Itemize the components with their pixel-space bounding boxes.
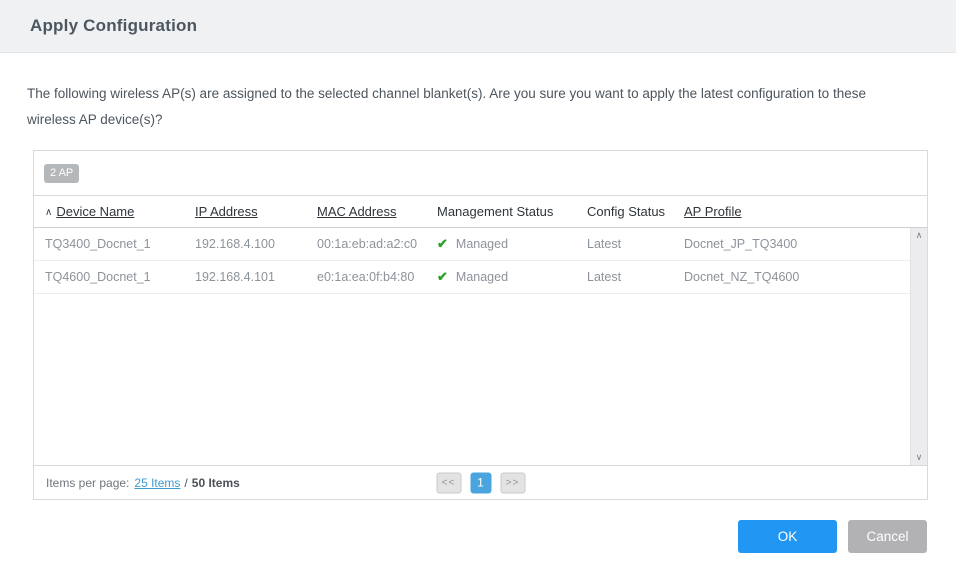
table-row[interactable]: TQ4600_Docnet_1 192.168.4.101 e0:1a:ea:0… [34,261,910,294]
management-status-text: Managed [455,270,509,284]
page-size-link[interactable]: 25 Items [134,476,180,490]
table-footer: Items per page: 25 Items / 50 Items << 1… [34,465,927,499]
page-title: Apply Configuration [30,16,198,35]
confirmation-message: The following wireless AP(s) are assigne… [27,86,866,127]
column-header-mac-address[interactable]: MAC Address [317,204,437,219]
cell-ip-address: 192.168.4.101 [195,270,275,284]
table-row[interactable]: TQ3400_Docnet_1 192.168.4.100 00:1a:eb:a… [34,228,910,261]
pagination-current-page[interactable]: 1 [470,472,491,493]
column-header-ap-profile[interactable]: AP Profile [684,204,927,219]
column-header-device-name[interactable]: ∧ Device Name [45,204,195,219]
scroll-down-icon[interactable]: ∨ [916,453,923,462]
dialog-header: Apply Configuration [0,0,956,53]
table-toolbar: 2 AP [34,151,927,196]
cell-mac-address: 00:1a:eb:ad:a2:c0 [317,237,418,251]
ok-button[interactable]: OK [738,520,837,553]
cell-ip-address: 192.168.4.100 [195,237,275,251]
cell-device-name: TQ4600_Docnet_1 [45,270,151,284]
cell-config-status: Latest [587,237,622,251]
cell-ap-profile: Docnet_NZ_TQ4600 [684,270,800,284]
apply-configuration-dialog: Apply Configuration The following wirele… [0,0,956,553]
dialog-actions: OK Cancel [0,520,927,553]
cell-management-status: ✔ Managed [437,236,587,252]
column-header-config-status: Config Status [587,204,666,219]
cell-management-status: ✔ Managed [437,269,587,285]
pagination-first-button[interactable]: << [436,472,461,493]
table-body: TQ3400_Docnet_1 192.168.4.100 00:1a:eb:a… [34,228,927,465]
column-header-ip-address[interactable]: IP Address [195,204,317,219]
footer-separator: / [184,475,188,490]
table-header-row: ∧ Device Name IP Address MAC Address Mana… [34,196,927,228]
vertical-scrollbar[interactable]: ∧ ∨ [910,228,927,465]
managed-check-icon: ✔ [437,269,448,284]
cell-config-status: Latest [587,270,622,284]
pagination-last-button[interactable]: >> [500,472,525,493]
scroll-up-icon[interactable]: ∧ [916,231,923,240]
column-header-management-status: Management Status [437,204,554,219]
cell-device-name: TQ3400_Docnet_1 [45,237,151,251]
total-items-label: 50 Items [191,475,240,490]
managed-check-icon: ✔ [437,236,448,251]
pagination: << 1 >> [436,472,525,493]
ap-table-panel: 2 AP ∧ Device Name IP Address MAC Address… [33,150,928,500]
items-per-page-label: Items per page: [46,475,130,490]
ap-count-badge: 2 AP [44,163,80,183]
sort-ascending-icon: ∧ [45,207,53,218]
cell-mac-address: e0:1a:ea:0f:b4:80 [317,270,415,284]
cancel-button[interactable]: Cancel [848,520,927,553]
cell-ap-profile: Docnet_JP_TQ3400 [684,237,798,251]
management-status-text: Managed [455,237,509,251]
